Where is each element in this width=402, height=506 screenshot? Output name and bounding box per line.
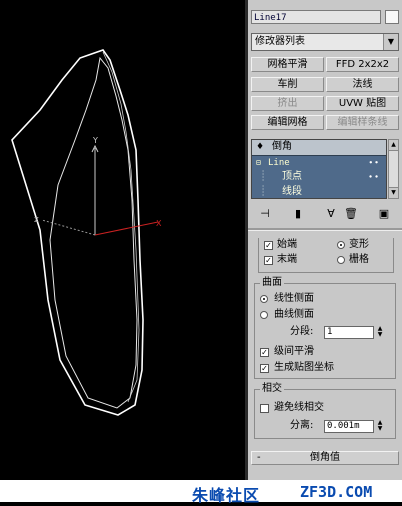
surface-group-title: 曲面: [260, 277, 284, 289]
modifier-button-normal[interactable]: 法线: [326, 77, 399, 92]
stack-item-label: 倒角: [272, 141, 292, 152]
modifier-list-label: 修改器列表: [255, 36, 305, 47]
stack-item-label: 顶点: [282, 171, 302, 182]
tree-branch-icon: ┊: [260, 186, 267, 197]
watermark-footer: 朱峰社区 ZF3D.COM: [0, 480, 402, 505]
show-end-result-icon[interactable]: ▮: [290, 206, 306, 222]
scroll-down-icon[interactable]: ▼: [389, 187, 398, 198]
morph-radio[interactable]: [337, 241, 345, 249]
stack-dots-icon: ∙∙: [367, 172, 380, 181]
x-axis-line: [94, 221, 159, 236]
gen-mapping-coords-checkbox[interactable]: ✓: [260, 364, 269, 373]
curved-sides-label: 曲线侧面: [274, 309, 314, 320]
stack-item-label: Line: [268, 158, 290, 168]
segments-spinner-arrows-icon[interactable]: ▲ ▼: [376, 326, 384, 339]
bevel-values-rollout[interactable]: - 倒角值: [251, 451, 399, 465]
object-color-swatch[interactable]: [385, 10, 399, 24]
modifier-button-lathe[interactable]: 车削: [251, 77, 324, 92]
modifier-list-dropdown[interactable]: 修改器列表 ▼: [251, 33, 399, 51]
intersections-group-title: 相交: [260, 383, 284, 395]
stack-item-vertex[interactable]: ┊ 顶点 ∙∙: [252, 170, 386, 185]
modifier-button-ffd[interactable]: FFD 2x2x2: [326, 57, 399, 72]
modifier-button-edit-mesh[interactable]: 编辑网格: [251, 115, 324, 130]
stack-item-bevel[interactable]: ♦ 倒角: [252, 140, 386, 155]
separation-input[interactable]: 0.001m: [324, 420, 374, 433]
smooth-across-levels-checkbox[interactable]: ✓: [260, 348, 269, 357]
modifier-button-edit-spline[interactable]: 编辑样条线: [326, 115, 399, 130]
collapse-sign: -: [257, 452, 261, 463]
morph-label: 变形: [349, 239, 369, 250]
viewport[interactable]: Y X Z: [0, 0, 245, 480]
shape-inner-outline: [49, 56, 138, 409]
expand-minus-icon[interactable]: ⊟: [256, 156, 261, 170]
make-unique-icon[interactable]: ∀: [323, 206, 339, 222]
configure-sets-icon[interactable]: ▣: [376, 206, 392, 222]
start-cap-checkbox[interactable]: ✓: [264, 241, 273, 250]
separation-spinner-arrows-icon[interactable]: ▲ ▼: [376, 420, 384, 433]
pin-stack-icon[interactable]: ⊣: [257, 206, 273, 222]
stack-item-line[interactable]: ⊟ Line ∙∙: [252, 155, 386, 171]
gen-mapping-coords-label: 生成贴图坐标: [274, 362, 334, 373]
viewport-geometry: Y X Z: [11, 49, 162, 416]
tree-branch-icon: ┊: [260, 171, 267, 182]
smooth-across-levels-label: 级间平滑: [274, 346, 314, 357]
curved-sides-radio[interactable]: [260, 311, 268, 319]
end-cap-label: 末端: [277, 254, 297, 265]
command-panel: Line17 修改器列表 ▼ 网格平滑 FFD 2x2x2 车削 法线 挤出 U…: [248, 0, 402, 480]
stack-scrollbar[interactable]: ▲ ▼: [388, 139, 399, 199]
chevron-down-icon: ▼: [383, 34, 398, 50]
z-axis-line: [41, 219, 96, 236]
keep-lines-apart-label: 避免线相交: [274, 402, 324, 413]
stack-item-label: 线段: [282, 186, 302, 197]
modifier-button-extrude[interactable]: 挤出: [251, 96, 324, 111]
object-name-field[interactable]: Line17: [251, 10, 381, 24]
keep-lines-apart-checkbox[interactable]: [260, 404, 269, 413]
modifier-stack[interactable]: ♦ 倒角 ⊟ Line ∙∙ ┊ 顶点 ∙∙ ┊ 线段: [251, 139, 387, 199]
x-axis-label: X: [156, 219, 162, 228]
grid-radio[interactable]: [337, 256, 345, 264]
remove-modifier-icon[interactable]: 🗑: [343, 206, 359, 222]
z-axis-label: Z: [34, 216, 39, 224]
panel-separator: [248, 228, 402, 231]
grid-label: 栅格: [349, 254, 369, 265]
watermark-left-text: 朱峰社区: [192, 486, 261, 505]
stack-item-segment[interactable]: ┊ 线段: [252, 185, 386, 198]
stack-dots-icon: ∙∙: [368, 158, 380, 167]
modifier-button-meshsmooth[interactable]: 网格平滑: [251, 57, 324, 72]
shape-outer-outline: [11, 49, 144, 416]
y-axis-label: Y: [92, 136, 98, 145]
end-cap-checkbox[interactable]: ✓: [264, 256, 273, 265]
watermark-right-text: ZF3D.COM: [300, 483, 373, 501]
lightbulb-icon[interactable]: ♦: [256, 140, 264, 154]
segments-input[interactable]: 1: [324, 326, 374, 339]
bevel-values-rollout-title: 倒角值: [310, 452, 340, 463]
start-cap-label: 始端: [277, 239, 297, 250]
linear-sides-label: 线性侧面: [274, 293, 314, 304]
modifier-button-uvw-map[interactable]: UVW 贴图: [326, 96, 399, 111]
linear-sides-radio[interactable]: [260, 295, 268, 303]
separation-label: 分离:: [290, 420, 314, 431]
scroll-up-icon[interactable]: ▲: [389, 140, 398, 151]
segments-label: 分段:: [290, 326, 314, 337]
